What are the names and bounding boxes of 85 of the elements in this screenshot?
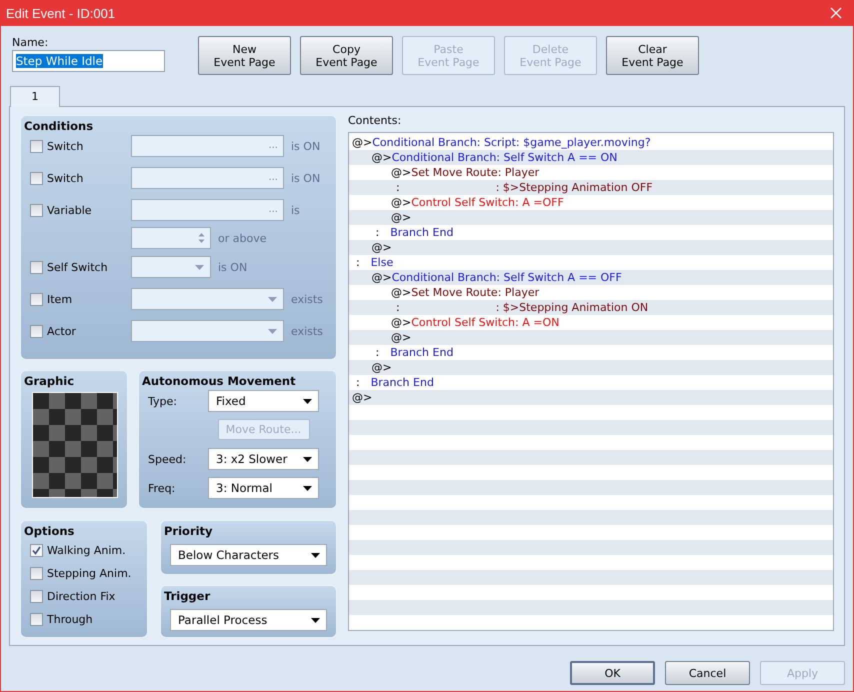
checkbox-label: Switch — [47, 172, 84, 184]
dropdown[interactable] — [131, 256, 211, 278]
command-line[interactable]: : Branch End — [349, 345, 833, 360]
group-title: Options — [24, 524, 76, 538]
spinner-icon[interactable] — [198, 232, 205, 244]
command-line[interactable]: : Else — [349, 255, 833, 270]
number-field[interactable] — [131, 227, 211, 249]
condition-suffix: or above — [218, 232, 266, 244]
caret-icon — [268, 328, 277, 334]
field-label: Freq: — [148, 482, 176, 494]
dropdown[interactable]: 3: x2 Slower — [208, 448, 319, 470]
command-line[interactable]: @> — [349, 330, 833, 345]
group-title: Trigger — [164, 589, 212, 603]
checkbox[interactable] — [30, 566, 43, 580]
checkbox-label: Item — [47, 292, 72, 306]
command-line[interactable]: @> — [349, 240, 833, 255]
dropdown[interactable]: Fixed — [208, 390, 319, 412]
condition-suffix: exists — [291, 292, 323, 306]
group-title: Graphic — [24, 374, 76, 388]
command-line[interactable]: : : $>Stepping Animation OFF — [349, 180, 833, 195]
checkbox-label: Variable — [47, 204, 92, 216]
command-line[interactable]: : : $>Stepping Animation ON — [349, 300, 833, 315]
dropdown[interactable] — [131, 288, 284, 310]
name-label: Name: — [12, 36, 50, 50]
caret-icon — [303, 398, 312, 404]
checkbox-label: Self Switch — [47, 260, 108, 274]
contents-label: Contents: — [348, 115, 402, 129]
command-line[interactable]: : Branch End — [349, 375, 833, 390]
condition-suffix: is ON — [218, 260, 248, 274]
field-text: Step While Idle — [16, 54, 103, 68]
command-line[interactable]: : Branch End — [349, 225, 833, 240]
checkbox[interactable] — [30, 172, 43, 184]
command-line[interactable]: @>Set Move Route: Player — [349, 285, 833, 300]
checkbox[interactable] — [30, 204, 43, 216]
command-line[interactable]: @> — [349, 210, 833, 225]
dropdown[interactable]: Parallel Process — [170, 609, 327, 631]
checkbox-label: Through — [47, 612, 93, 626]
window-title: Edit Event - ID:001 — [5, 6, 116, 20]
command-line[interactable]: @>Conditional Branch: Script: $game_player.moving? — [349, 135, 833, 150]
checkbox[interactable] — [30, 590, 43, 602]
page-button[interactable]: Clear Event Page — [606, 36, 699, 75]
page-button[interactable]: Copy Event Page — [300, 36, 393, 75]
tab[interactable]: 1 — [10, 86, 60, 107]
field-label: Speed: — [148, 452, 188, 466]
dropdown[interactable] — [131, 320, 284, 342]
checkbox-label: Direction Fix — [47, 590, 116, 602]
close-icon[interactable] — [830, 7, 842, 19]
checkbox[interactable] — [30, 140, 43, 152]
checkbox-label: Switch — [47, 140, 84, 152]
command-line[interactable]: @>Set Move Route: Player — [349, 165, 833, 180]
command-line[interactable]: @> — [349, 390, 833, 405]
name-field[interactable]: Step While Idle — [12, 50, 165, 72]
condition-suffix: is ON — [291, 172, 320, 184]
caret-icon — [311, 552, 320, 558]
command-line[interactable]: @>Conditional Branch: Self Switch A == ON — [349, 150, 833, 165]
checkbox-label: Walking Anim. — [47, 544, 126, 556]
command-line[interactable]: @>Control Self Switch: A =OFF — [349, 195, 833, 210]
checkerboard-drawing[interactable] — [32, 392, 118, 498]
group-title: Autonomous Movement — [142, 374, 297, 388]
caret-icon — [303, 456, 312, 462]
checkbox-label: Stepping Anim. — [47, 566, 132, 580]
dropdown[interactable]: 3: Normal — [208, 477, 319, 499]
page-button[interactable]: New Event Page — [198, 36, 291, 75]
dialog-button[interactable]: Cancel — [665, 661, 750, 685]
condition-suffix: is ON — [291, 140, 320, 152]
condition-suffix: exists — [291, 324, 323, 338]
caret-icon — [268, 296, 277, 302]
checkbox-label: Actor — [47, 324, 76, 338]
command-line[interactable]: @> — [349, 360, 833, 375]
command-line[interactable]: @>Control Self Switch: A =ON — [349, 315, 833, 330]
command-line[interactable]: @>Conditional Branch: Self Switch A == OFF — [349, 270, 833, 285]
checkbox[interactable] — [30, 260, 43, 274]
checkbox[interactable] — [30, 324, 43, 338]
checkbox[interactable] — [30, 292, 43, 306]
condition-suffix: is — [291, 204, 300, 216]
group-title: Priority — [164, 524, 214, 538]
dialog-button[interactable]: OK — [570, 661, 655, 685]
caret-icon — [311, 618, 320, 622]
checkbox[interactable] — [30, 544, 43, 556]
caret-icon — [195, 264, 204, 270]
group-title: Conditions — [24, 119, 94, 133]
checkbox[interactable] — [30, 612, 43, 626]
field-label: Type: — [148, 394, 178, 408]
caret-icon — [303, 486, 312, 490]
dropdown[interactable]: Below Characters — [170, 544, 327, 566]
